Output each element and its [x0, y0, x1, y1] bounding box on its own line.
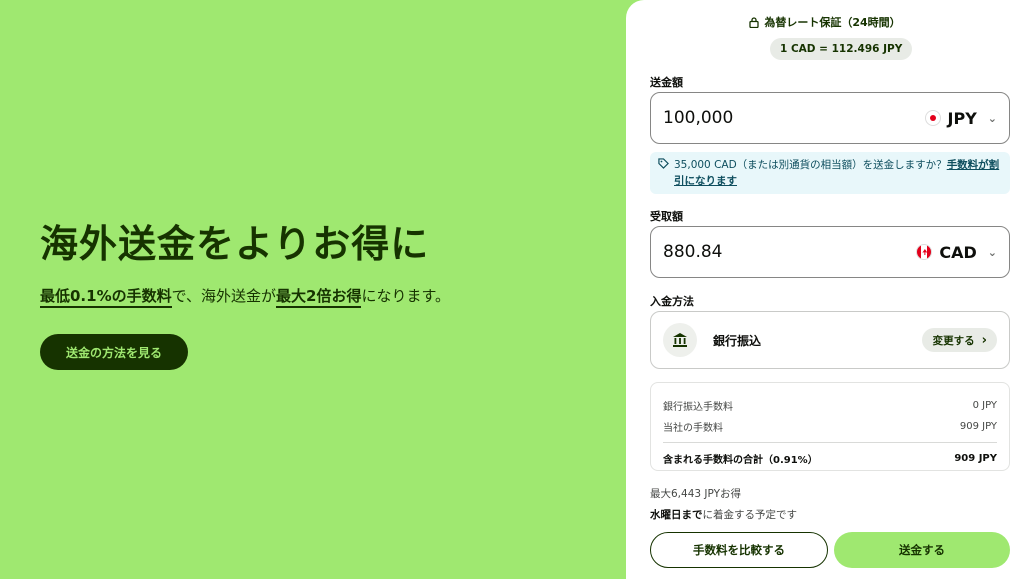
transfer-calculator: 為替レート保証（24時間） 1 CAD = 112.496 JPY 送金額 JP… [626, 0, 1024, 579]
exchange-rate-badge[interactable]: 1 CAD = 112.496 JPY [770, 38, 913, 60]
hero-subtitle-end: になります。 [361, 287, 450, 305]
fee-row-label: 銀行振込手数料 [663, 402, 733, 413]
chevron-down-icon: ⌄ [987, 111, 997, 125]
canada-flag-icon [916, 244, 933, 260]
change-payment-method-button[interactable]: 変更する › [921, 328, 997, 352]
fee-row-value: 909 JPY [959, 421, 997, 432]
payment-method-name: 銀行振込 [713, 333, 762, 348]
receive-amount-box: CAD ⌄ [650, 226, 1010, 278]
receive-currency-code: CAD [939, 242, 977, 262]
hero-subtitle: 最低0.1%の手数料で、海外送金が最大2倍お得になります。 [40, 284, 620, 308]
send-currency-selector[interactable]: JPY ⌄ [924, 108, 997, 128]
arrival-estimate: 水曜日までに着金する予定です [650, 507, 797, 522]
fee-row: 銀行振込手数料 0 JPY [663, 395, 997, 416]
how-to-send-button[interactable]: 送金の方法を見る [40, 334, 188, 370]
bank-icon [663, 323, 697, 357]
fee-total-value: 909 JPY [954, 453, 997, 464]
compare-fees-button[interactable]: 手数料を比較する [650, 532, 828, 568]
receive-amount-input[interactable] [663, 242, 863, 262]
hero-section: 海外送金をよりお得に 最低0.1%の手数料で、海外送金が最大2倍お得になります。 [40, 218, 620, 308]
hero-subtitle-savings: 最大2倍お得 [276, 287, 362, 308]
fee-total-label: 含まれる手数料の合計（0.91%） [663, 455, 818, 466]
hero-title: 海外送金をよりお得に [40, 222, 430, 266]
hero-subtitle-fee: 最低0.1%の手数料 [40, 287, 172, 308]
discount-hint-text: 35,000 CAD（または別通貨の相当額）を送金しますか？ [674, 159, 947, 171]
send-amount-input[interactable] [663, 108, 863, 128]
payment-method-box[interactable]: 銀行振込 変更する › [650, 311, 1010, 369]
rate-guarantee: 為替レート保証（24時間） [626, 14, 1024, 30]
fee-total-row: 含まれる手数料の合計（0.91%） 909 JPY [663, 442, 997, 470]
receive-currency-selector[interactable]: CAD ⌄ [916, 243, 997, 262]
receive-amount-label: 受取額 [650, 210, 683, 223]
send-money-button[interactable]: 送金する [834, 532, 1010, 568]
change-button-label: 変更する [932, 334, 975, 347]
chevron-right-icon: › [981, 332, 987, 348]
payment-method-label: 入金方法 [650, 295, 694, 308]
lock-icon [749, 16, 759, 28]
fee-row-value: 0 JPY [972, 400, 997, 411]
fee-breakdown: 銀行振込手数料 0 JPY 当社の手数料 909 JPY 含まれる手数料の合計（… [650, 382, 1010, 471]
chevron-down-icon: ⌄ [987, 245, 997, 259]
savings-text: 最大6,443 JPYお得 [650, 488, 742, 500]
send-amount-label: 送金額 [650, 76, 683, 89]
tag-icon [658, 158, 669, 169]
fee-row: 当社の手数料 909 JPY [663, 416, 997, 437]
send-amount-box: JPY ⌄ [650, 92, 1010, 144]
discount-hint: 35,000 CAD（または別通貨の相当額）を送金しますか？手数料が割引になりま… [650, 152, 1010, 194]
rate-guarantee-label: 為替レート保証（24時間） [764, 16, 901, 29]
arrival-suffix: に着金する予定です [702, 509, 798, 521]
hero-subtitle-text: で、海外送金が [171, 287, 277, 305]
fee-row-label: 当社の手数料 [663, 423, 723, 434]
arrival-day: 水曜日まで [650, 509, 703, 521]
send-currency-code: JPY [947, 108, 977, 128]
japan-flag-icon [924, 110, 941, 126]
